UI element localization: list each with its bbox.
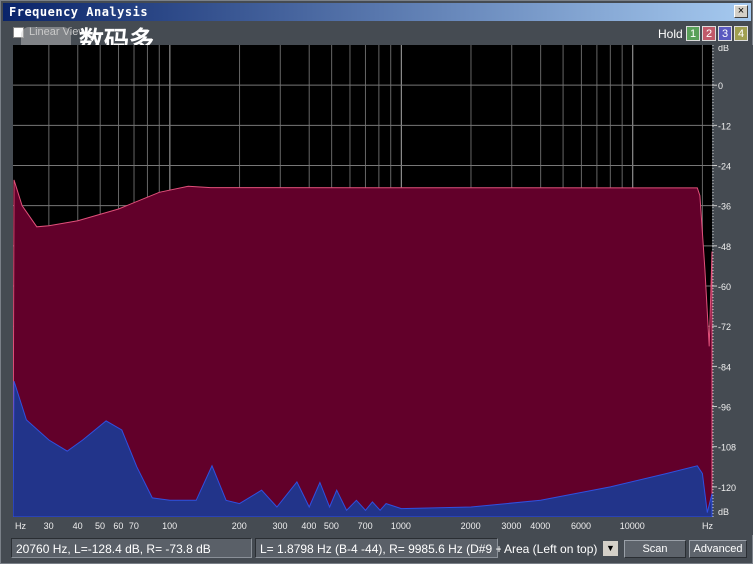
hold-button-4[interactable]: 4: [734, 26, 748, 41]
x-tick-label: 40: [73, 521, 83, 531]
x-tick-label: 300: [272, 521, 287, 531]
x-tick-label: 200: [232, 521, 247, 531]
close-button[interactable]: ×: [734, 5, 748, 18]
y-tick-label: -12: [718, 121, 731, 131]
x-tick-label: 100: [162, 521, 177, 531]
hold-button-3[interactable]: 3: [718, 26, 732, 41]
x-tick-label: 700: [358, 521, 373, 531]
spectrum-chart[interactable]: dB 0 -12 -24 -36 -48 -60 -72 -84 -96 -108 -120 dB Hz 3…: [13, 45, 753, 535]
x-tick-label: 60: [113, 521, 123, 531]
peak-readout: L= 1.8798 Hz (B-4 -44), R= 9985.6 Hz (D#…: [255, 538, 513, 558]
window-title: Frequency Analysis: [9, 5, 149, 19]
cursor-readout: 20760 Hz, L=-128.4 dB, R= -73.8 dB: [11, 538, 252, 558]
x-tick-label: Hz: [15, 521, 26, 531]
hold-button-2[interactable]: 2: [702, 26, 716, 41]
view-mode-select[interactable]: Area (Left on top) ▼: [501, 539, 619, 559]
title-bar: Frequency Analysis ×: [3, 3, 751, 21]
hold-button-1[interactable]: 1: [686, 26, 700, 41]
scan-button[interactable]: Scan: [624, 540, 686, 558]
x-tick-label: 2000: [461, 521, 481, 531]
y-tick-label: dB: [718, 507, 729, 517]
x-tick-label: 70: [129, 521, 139, 531]
x-tick-label: 400: [301, 521, 316, 531]
y-tick-label: -72: [718, 322, 731, 332]
y-tick-label: 0: [718, 81, 723, 91]
y-tick-label: -120: [718, 483, 736, 493]
y-tick-label: -60: [718, 282, 731, 292]
x-tick-label: 50: [95, 521, 105, 531]
x-tick-label: 3000: [501, 521, 521, 531]
x-tick-label: 500: [324, 521, 339, 531]
y-tick-label: -96: [718, 403, 731, 413]
x-tick-label: 10000: [620, 521, 645, 531]
y-tick-label: -108: [718, 443, 736, 453]
y-tick-label: -48: [718, 242, 731, 252]
x-tick-label: 1000: [391, 521, 411, 531]
y-tick-label: dB: [718, 45, 729, 53]
y-tick-label: -36: [718, 202, 731, 212]
chevron-down-icon[interactable]: ▼: [603, 541, 618, 556]
view-mode-value: Area (Left on top): [504, 542, 598, 556]
linear-view-label: Linear View: [29, 26, 87, 38]
y-tick-label: -84: [718, 362, 731, 372]
x-tick-label: 30: [44, 521, 54, 531]
x-tick-label: 4000: [530, 521, 550, 531]
hold-label: Hold: [658, 27, 683, 41]
frequency-analysis-window: Frequency Analysis × Linear View 数码多 Soo…: [0, 0, 753, 564]
y-tick-label: -24: [718, 162, 731, 172]
advanced-button[interactable]: Advanced: [689, 540, 747, 558]
linear-view-checkbox[interactable]: [13, 27, 24, 38]
x-tick-label: 6000: [571, 521, 591, 531]
x-tick-label: Hz: [702, 521, 713, 531]
